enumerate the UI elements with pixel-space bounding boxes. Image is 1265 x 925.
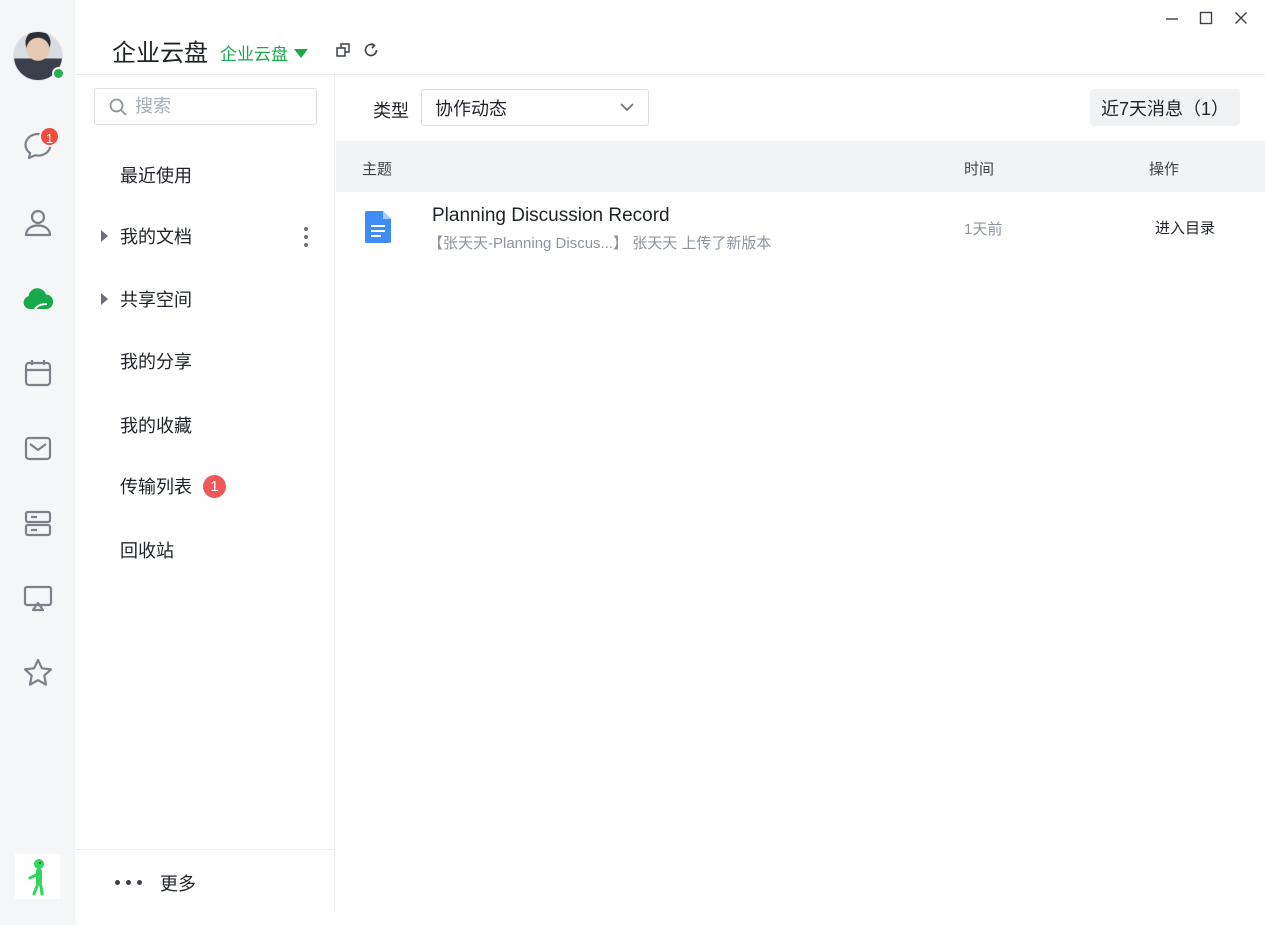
app-rail: 1 <box>0 0 75 925</box>
type-filter-value: 协作动态 <box>435 98 507 119</box>
pop-out-icon[interactable] <box>335 42 351 58</box>
enter-directory-link[interactable]: 进入目录 <box>1155 217 1215 238</box>
row-subtitle: 【张天天-Planning Discus...】 张天天 上传了新版本 <box>428 235 772 252</box>
nav-item-my-docs[interactable]: 我的文档 <box>75 216 334 256</box>
search-input[interactable] <box>135 96 305 117</box>
chat-unread-badge: 1 <box>39 126 60 147</box>
nav-item-label: 我的文档 <box>120 227 192 247</box>
expand-arrow-icon[interactable] <box>101 293 108 305</box>
nav-item-recent[interactable]: 最近使用 <box>75 155 334 195</box>
mail-icon[interactable] <box>20 430 56 466</box>
column-header-time: 时间 <box>964 161 995 178</box>
transfer-count-badge: 1 <box>203 474 226 498</box>
recent-messages-button[interactable]: 近7天消息（1） <box>1090 89 1240 126</box>
more-dots-icon <box>115 880 142 885</box>
column-header-action: 操作 <box>1149 161 1180 178</box>
nav-item-my-shares[interactable]: 我的分享 <box>75 341 334 381</box>
table-header: 主题 时间 操作 <box>336 141 1265 192</box>
nav-item-label: 共享空间 <box>120 290 192 310</box>
nav-item-label: 我的收藏 <box>120 416 192 436</box>
cloud-drive-icon[interactable] <box>20 280 56 316</box>
star-icon[interactable] <box>20 655 56 691</box>
screen-share-icon[interactable] <box>20 580 56 616</box>
caret-down-icon <box>294 48 308 58</box>
document-icon <box>365 211 391 243</box>
calendar-icon[interactable] <box>20 355 56 391</box>
expand-arrow-icon[interactable] <box>101 230 108 242</box>
refresh-icon[interactable] <box>363 42 379 58</box>
type-filter-label: 类型 <box>373 101 409 121</box>
more-label: 更多 <box>160 874 196 894</box>
table-row[interactable]: Planning Discussion Record 【张天天-Planning… <box>336 192 1265 262</box>
page-title: 企业云盘 <box>112 40 208 67</box>
chevron-down-icon <box>620 103 634 112</box>
drive-sidebar: 最近使用 我的文档 共享空间 我的分享 我的收藏 传输列表 1 回收站 更多 <box>75 75 335 913</box>
server-storage-icon[interactable] <box>20 505 56 541</box>
maximize-icon[interactable] <box>1196 8 1216 28</box>
nav-item-label: 回收站 <box>120 541 174 561</box>
nav-item-recycle-bin[interactable]: 回收站 <box>75 530 334 570</box>
more-options-icon[interactable] <box>303 227 309 247</box>
contacts-icon[interactable] <box>20 204 56 240</box>
search-icon <box>109 98 127 116</box>
nav-item-label: 传输列表 <box>120 477 192 497</box>
more-menu[interactable]: 更多 <box>75 849 334 913</box>
mascot-icon[interactable] <box>15 854 60 899</box>
space-name: 企业云盘 <box>220 45 288 64</box>
space-switcher[interactable]: 企业云盘 <box>220 40 308 65</box>
column-header-subject: 主题 <box>362 161 393 178</box>
nav-item-label: 我的分享 <box>120 352 192 372</box>
nav-item-shared-space[interactable]: 共享空间 <box>75 279 334 319</box>
online-status-dot <box>52 67 65 80</box>
nav-item-label: 最近使用 <box>120 166 192 186</box>
nav-item-favorites[interactable]: 我的收藏 <box>75 405 334 445</box>
row-time: 1天前 <box>964 221 1003 238</box>
close-icon[interactable] <box>1231 8 1251 28</box>
nav-item-transfers[interactable]: 传输列表 1 <box>75 466 334 506</box>
search-box[interactable] <box>94 88 317 125</box>
row-title[interactable]: Planning Discussion Record <box>432 205 670 227</box>
type-filter-select[interactable]: 协作动态 <box>421 89 649 126</box>
minimize-icon[interactable] <box>1162 8 1182 28</box>
